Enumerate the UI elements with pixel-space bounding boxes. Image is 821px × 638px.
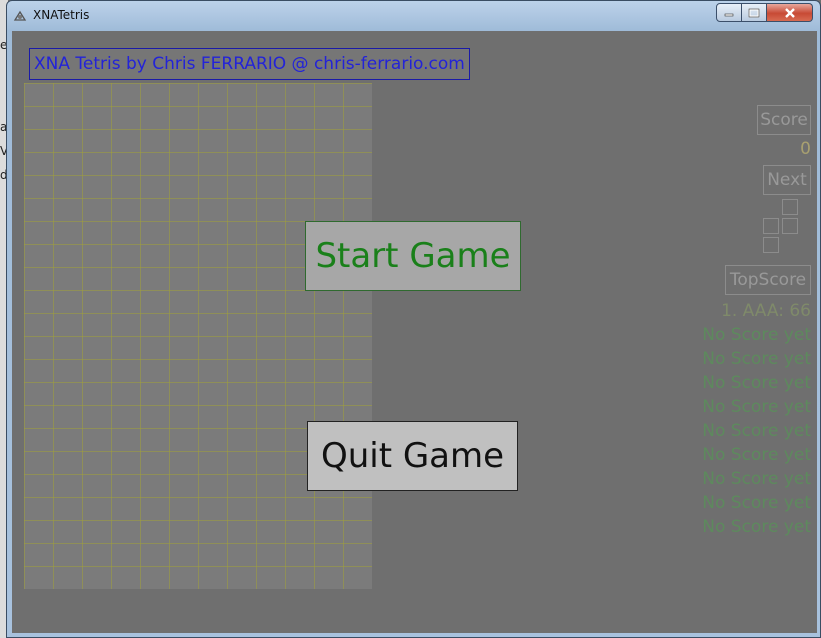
score-label: Score	[757, 105, 811, 135]
topscore-list: 1. AAA: 66 No Score yet No Score yet No …	[702, 299, 811, 539]
app-window: XNATetris XNA Tetris by Chris FERRARIO @…	[6, 0, 821, 638]
minimize-button[interactable]	[716, 3, 742, 22]
topscore-entry: No Score yet	[702, 325, 811, 345]
quit-game-button[interactable]: Quit Game	[307, 421, 518, 491]
topscore-entry: No Score yet	[702, 373, 811, 393]
next-piece-cell	[782, 218, 798, 234]
topscore-entry: No Score yet	[702, 397, 811, 417]
topscore-entry: No Score yet	[702, 421, 811, 441]
topscore-entry: No Score yet	[702, 445, 811, 465]
topscore-entry: No Score yet	[702, 349, 811, 369]
credits-banner: XNA Tetris by Chris FERRARIO @ chris-fer…	[29, 48, 470, 80]
topscore-entry: 1. AAA: 66	[721, 301, 811, 321]
window-title: XNATetris	[33, 8, 90, 22]
close-icon	[784, 7, 795, 18]
minimize-icon	[724, 13, 734, 16]
score-value: 0	[800, 139, 811, 159]
xna-app-icon	[13, 10, 27, 21]
maximize-button[interactable]	[742, 3, 767, 22]
start-game-button[interactable]: Start Game	[305, 221, 521, 291]
game-viewport[interactable]: XNA Tetris by Chris FERRARIO @ chris-fer…	[12, 31, 817, 633]
close-button[interactable]	[767, 3, 813, 22]
topscore-entry: No Score yet	[702, 469, 811, 489]
topscore-entry: No Score yet	[702, 517, 811, 537]
next-piece-cell	[782, 199, 798, 215]
next-label: Next	[763, 165, 811, 195]
next-piece-cell	[763, 218, 779, 234]
title-bar[interactable]: XNATetris	[7, 1, 820, 31]
next-piece-cell	[763, 237, 779, 253]
topscore-entry: No Score yet	[702, 493, 811, 513]
maximize-icon	[748, 8, 760, 17]
tetris-playfield-grid	[24, 83, 372, 589]
topscore-label: TopScore	[725, 265, 811, 295]
window-controls	[716, 3, 813, 22]
